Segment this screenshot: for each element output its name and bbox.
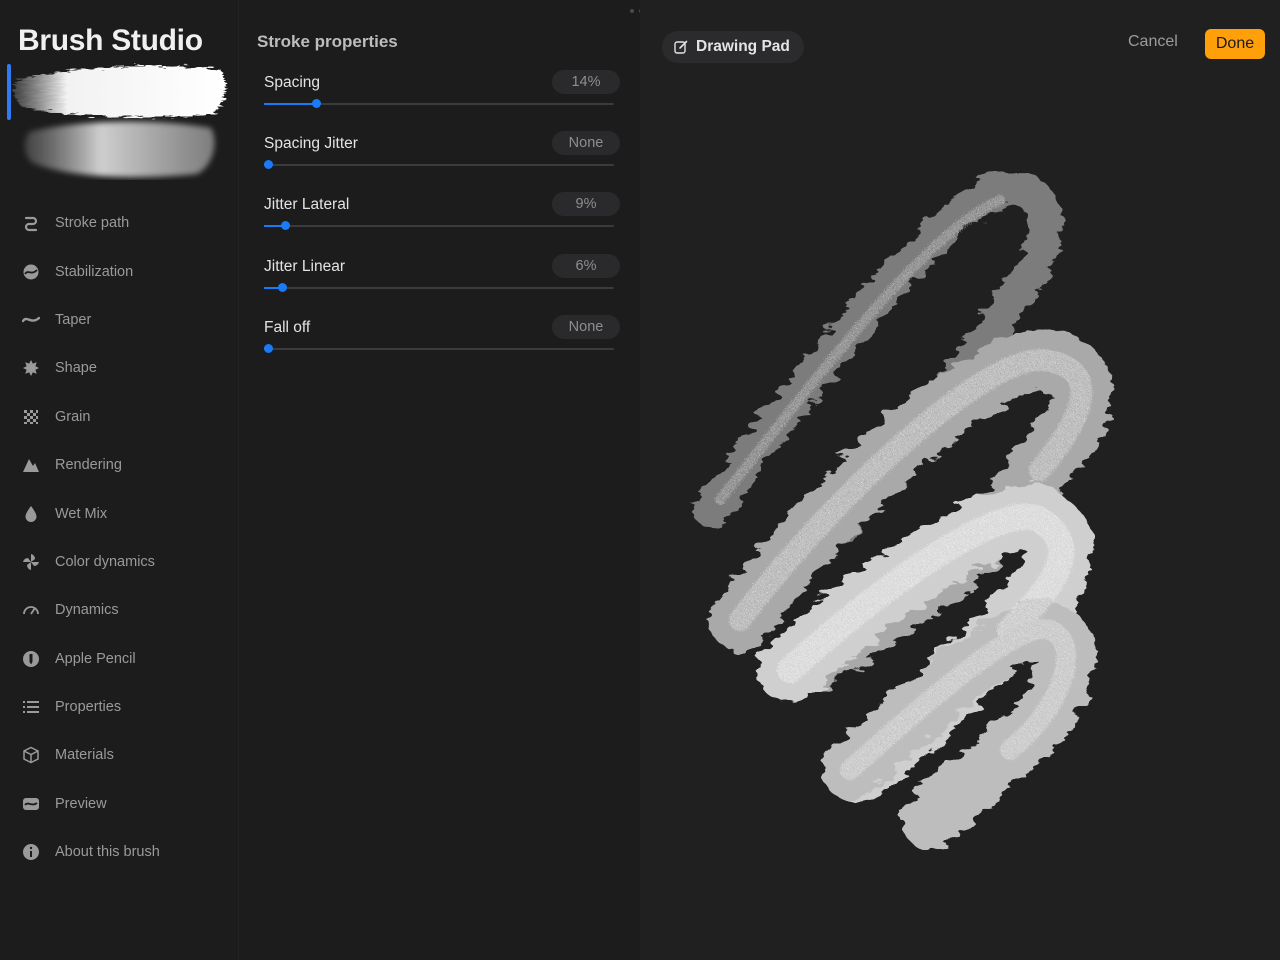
dynamics-icon (7, 601, 55, 619)
sidebar-item-properties[interactable]: Properties (7, 683, 231, 731)
sidebar-item-taper[interactable]: Taper (7, 296, 231, 344)
sidebar-item-label: Wet Mix (55, 505, 108, 522)
sidebar-item-label: Taper (55, 311, 92, 328)
sidebar-item-label: Shape (55, 360, 97, 377)
spacing-jitter-setting: Spacing Jitter None (264, 131, 620, 181)
sidebar-item-label: Properties (55, 699, 122, 716)
sidebar-item-dynamics[interactable]: Dynamics (7, 586, 231, 634)
fall-off-slider-thumb[interactable] (264, 344, 273, 353)
fall-off-label: Fall off (264, 319, 311, 336)
drawing-pad-title: Drawing Pad (696, 38, 790, 55)
spacing-slider[interactable] (264, 99, 614, 108)
apple-pencil-icon (7, 650, 55, 668)
brush-stroke-drawing (693, 171, 1113, 849)
jitter-linear-label: Jitter Linear (264, 258, 345, 275)
sidebar-item-apple-pencil[interactable]: Apple Pencil (7, 635, 231, 683)
sidebar-item-label: Grain (55, 408, 91, 425)
drawing-pad[interactable]: Drawing Pad Cancel Done (640, 0, 1280, 960)
sidebar-item-label: Dynamics (55, 602, 119, 619)
jitter-lateral-slider-thumb[interactable] (281, 221, 291, 230)
sidebar-item-wet-mix[interactable]: Wet Mix (7, 489, 231, 537)
grain-icon (7, 408, 55, 426)
fall-off-slider[interactable] (264, 344, 614, 353)
jitter-lateral-label: Jitter Lateral (264, 196, 350, 213)
materials-icon (7, 746, 55, 764)
sidebar-item-label: Stabilization (55, 263, 134, 280)
grabber-dot (630, 9, 634, 13)
spacing-slider-thumb[interactable] (312, 99, 322, 108)
spacing-setting: Spacing 14% (264, 70, 620, 120)
jitter-lateral-value[interactable]: 9% (552, 192, 620, 216)
done-button[interactable]: Done (1205, 29, 1265, 59)
sidebar-item-about-this-brush[interactable]: About this brush (7, 828, 231, 876)
jitter-linear-setting: Jitter Linear 6% (264, 254, 620, 304)
app-title: Brush Studio (18, 24, 203, 57)
stroke-path-icon (7, 214, 55, 232)
brush-selection-indicator (7, 64, 11, 120)
sidebar-item-stabilization[interactable]: Stabilization (7, 247, 231, 295)
cancel-button[interactable]: Cancel (1128, 33, 1178, 51)
edit-icon (674, 40, 688, 54)
fall-off-value[interactable]: None (552, 315, 620, 339)
sidebar-item-stroke-path[interactable]: Stroke path (7, 199, 231, 247)
properties-icon (7, 698, 55, 716)
spacing-label: Spacing (264, 74, 321, 91)
sidebar-item-label: Color dynamics (55, 553, 155, 570)
sidebar-item-preview[interactable]: Preview (7, 780, 231, 828)
sidebar-item-label: Preview (55, 795, 107, 812)
brush-preview[interactable] (7, 62, 231, 180)
spacing-slider-fill (264, 103, 317, 105)
jitter-linear-value[interactable]: 6% (552, 254, 620, 278)
sidebar-item-materials[interactable]: Materials (7, 731, 231, 779)
spacing-jitter-label: Spacing Jitter (264, 135, 358, 152)
sidebar-item-label: Rendering (55, 457, 122, 474)
sidebar-item-label: Stroke path (55, 215, 130, 232)
preview-icon (7, 795, 55, 813)
jitter-lateral-slider[interactable] (264, 221, 614, 230)
panel-divider (238, 0, 239, 960)
spacing-jitter-slider[interactable] (264, 160, 614, 169)
shape-icon (7, 359, 55, 377)
wet-mix-icon (7, 505, 55, 523)
info-icon (7, 843, 55, 861)
jitter-linear-slider-thumb[interactable] (277, 283, 287, 292)
section-title: Stroke properties (257, 32, 398, 51)
sidebar: Brush Studio Stroke path Stabilization T… (0, 0, 238, 960)
sidebar-item-shape[interactable]: Shape (7, 344, 231, 392)
sidebar-item-label: About this brush (55, 844, 160, 861)
sidebar-item-label: Materials (55, 747, 114, 764)
color-dynamics-icon (7, 553, 55, 571)
jitter-lateral-setting: Jitter Lateral 9% (264, 192, 620, 242)
stabilization-icon (7, 263, 55, 281)
jitter-linear-slider[interactable] (264, 283, 614, 292)
sidebar-item-rendering[interactable]: Rendering (7, 441, 231, 489)
rendering-icon (7, 456, 55, 474)
taper-icon (7, 311, 55, 329)
sidebar-item-color-dynamics[interactable]: Color dynamics (7, 538, 231, 586)
sidebar-item-grain[interactable]: Grain (7, 393, 231, 441)
sidebar-item-label: Apple Pencil (55, 650, 136, 667)
drawing-pad-menu-button[interactable]: Drawing Pad (662, 31, 804, 63)
sidebar-nav: Stroke path Stabilization Taper Shape Gr… (7, 199, 231, 876)
spacing-jitter-value[interactable]: None (552, 131, 620, 155)
brush-stroke-preview-image (14, 65, 226, 178)
spacing-jitter-slider-thumb[interactable] (264, 160, 273, 169)
fall-off-setting: Fall off None (264, 315, 620, 365)
spacing-value[interactable]: 14% (552, 70, 620, 94)
settings-panel: Stroke properties Spacing 14% Spacing Ji… (238, 0, 640, 960)
